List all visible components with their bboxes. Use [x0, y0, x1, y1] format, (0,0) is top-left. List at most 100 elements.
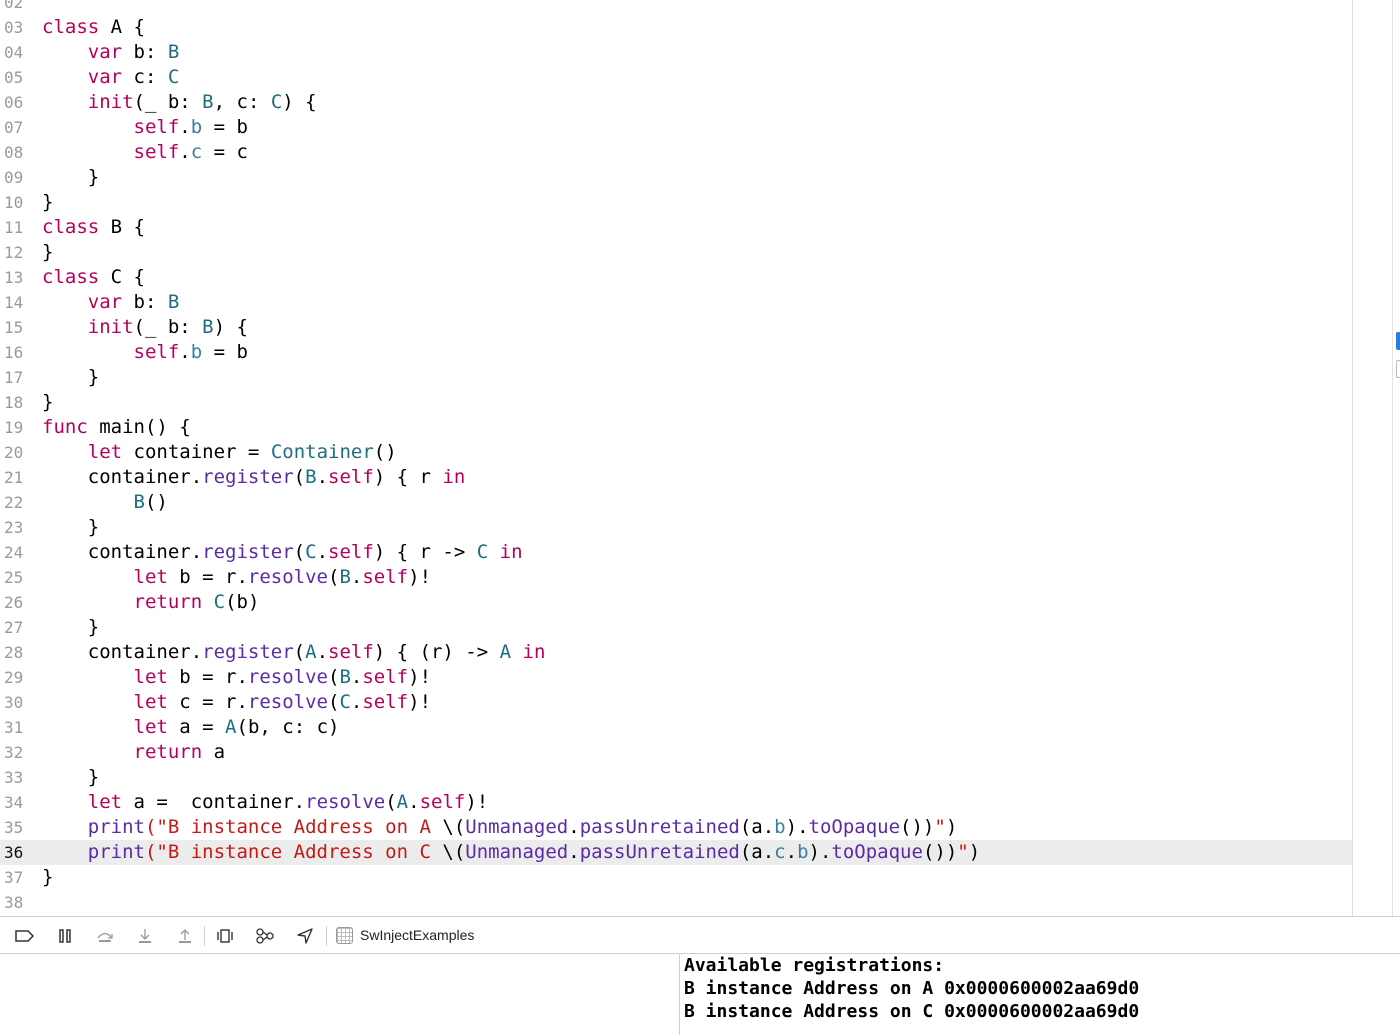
code-token: a	[202, 741, 226, 763]
code-token: resolve	[247, 691, 328, 713]
code-line[interactable]: 25 let b = r.resolve(B.self)!	[0, 565, 1352, 590]
code-token: B	[133, 491, 145, 513]
code-line[interactable]: 36 print("B instance Address on C \(Unma…	[0, 840, 1352, 865]
code-token: .	[316, 641, 329, 663]
code-line[interactable]: 31 let a = A(b, c: c)	[0, 715, 1352, 740]
code-token: toOpaque	[831, 841, 923, 863]
code-line[interactable]: 08 self.c = c	[0, 140, 1352, 165]
inspector-tab-secondary[interactable]	[1396, 360, 1400, 378]
toolbar-separator	[204, 926, 205, 946]
code-token: c	[190, 141, 203, 163]
view-hierarchy-icon[interactable]	[214, 925, 236, 947]
code-line[interactable]: 16 self.b = b	[0, 340, 1352, 365]
code-token: ).	[808, 841, 832, 863]
code-line[interactable]: 18}	[0, 390, 1352, 415]
code-line[interactable]: 32 return a	[0, 740, 1352, 765]
code-line[interactable]: 13 class C {	[0, 265, 1352, 290]
code-text: }	[42, 165, 99, 190]
code-token: )!	[465, 791, 489, 813]
code-token: (b, c: c)	[236, 716, 340, 738]
code-line[interactable]: 07 self.b = b	[0, 115, 1352, 140]
code-token: .	[316, 466, 329, 488]
line-number: 04	[4, 43, 24, 62]
code-text: container.register(A.self) { (r) -> A in	[42, 640, 546, 665]
code-token: }	[42, 391, 54, 413]
console-output[interactable]: Available registrations: B instance Addr…	[680, 954, 1400, 1035]
code-line[interactable]: 29 let b = r.resolve(B.self)!	[0, 665, 1352, 690]
debug-target-name[interactable]: SwInjectExamples	[360, 927, 474, 943]
code-line[interactable]: 22 B()	[0, 490, 1352, 515]
memory-graph-icon[interactable]	[254, 925, 276, 947]
code-line[interactable]: 10}	[0, 190, 1352, 215]
code-token: (	[385, 791, 397, 813]
line-number: 36	[4, 843, 24, 862]
code-token: }	[42, 516, 100, 538]
pause-icon[interactable]	[54, 925, 76, 947]
code-line[interactable]: 19 func main() {	[0, 415, 1352, 440]
code-line[interactable]: 17 }	[0, 365, 1352, 390]
location-icon[interactable]	[294, 925, 316, 947]
code-line[interactable]: 28 container.register(A.self) { (r) -> A…	[0, 640, 1352, 665]
line-number: 28	[4, 643, 24, 662]
code-token: self	[362, 566, 409, 588]
step-over-icon[interactable]	[94, 925, 116, 947]
code-text: self.c = c	[42, 140, 248, 165]
code-token: .	[408, 791, 420, 813]
toolbar-separator	[326, 926, 327, 946]
code-line[interactable]: 33 }	[0, 765, 1352, 790]
code-token: A {	[99, 16, 145, 38]
code-text: var b: B	[42, 290, 180, 315]
line-number: 38	[4, 893, 24, 912]
console-line: B instance Address on C 0x0000600002aa69…	[684, 1001, 1140, 1022]
code-token: }	[42, 166, 100, 188]
code-token: C {	[99, 266, 145, 288]
code-token: ) { r ->	[373, 541, 477, 563]
step-out-icon[interactable]	[174, 925, 196, 947]
code-line[interactable]: 23 }	[0, 515, 1352, 540]
code-line[interactable]: 27 }	[0, 615, 1352, 640]
code-line[interactable]: 34 let a = container.resolve(A.self)!	[0, 790, 1352, 815]
line-number: 15	[4, 318, 24, 337]
code-token: B	[167, 41, 180, 63]
code-line[interactable]: 12}	[0, 240, 1352, 265]
code-editor[interactable]: 02 03 class A {04 var b: B 05 var c: C 06 in…	[0, 0, 1352, 916]
step-into-icon[interactable]	[134, 925, 156, 947]
code-line[interactable]: 06 init(_ b: B, c: C) {	[0, 90, 1352, 115]
code-line[interactable]: 15 init(_ b: B) {	[0, 315, 1352, 340]
code-line[interactable]: 11 class B {	[0, 215, 1352, 240]
toggle-console-icon[interactable]	[14, 925, 36, 947]
code-line[interactable]: 04 var b: B	[0, 40, 1352, 65]
code-line[interactable]: 14 var b: B	[0, 290, 1352, 315]
code-line[interactable]: 03 class A {	[0, 15, 1352, 40]
code-line[interactable]: 38	[0, 890, 1352, 915]
variables-view[interactable]	[0, 954, 679, 1035]
code-token: return	[133, 741, 203, 763]
code-token: ("B instance Address on A	[144, 816, 443, 838]
code-line[interactable]: 35 print("B instance Address on A \(Unma…	[0, 815, 1352, 840]
inspector-tab-indicator[interactable]	[1396, 332, 1400, 350]
code-token: (a.	[739, 816, 775, 838]
code-line[interactable]: 21 container.register(B.self) { r in	[0, 465, 1352, 490]
code-line[interactable]: 30 let c = r.resolve(C.self)!	[0, 690, 1352, 715]
code-line[interactable]: 37}	[0, 865, 1352, 890]
code-line[interactable]: 20 let container = Container()	[0, 440, 1352, 465]
code-token: (	[293, 466, 306, 488]
code-text: }	[42, 515, 99, 540]
code-text: init(_ b: B, c: C) {	[42, 90, 317, 115]
line-number: 35	[4, 818, 24, 837]
code-token: c = r.	[167, 691, 248, 713]
code-line[interactable]: 26 return C(b)	[0, 590, 1352, 615]
code-line[interactable]: 09 }	[0, 165, 1352, 190]
code-line[interactable]: 24 container.register(C.self) { r -> C i…	[0, 540, 1352, 565]
line-number: 14	[4, 293, 24, 312]
code-line[interactable]: 02	[0, 0, 1352, 15]
code-token: in	[499, 541, 523, 563]
code-line[interactable]: 05 var c: C	[0, 65, 1352, 90]
code-token: b	[774, 816, 786, 838]
code-token: class	[42, 216, 100, 238]
